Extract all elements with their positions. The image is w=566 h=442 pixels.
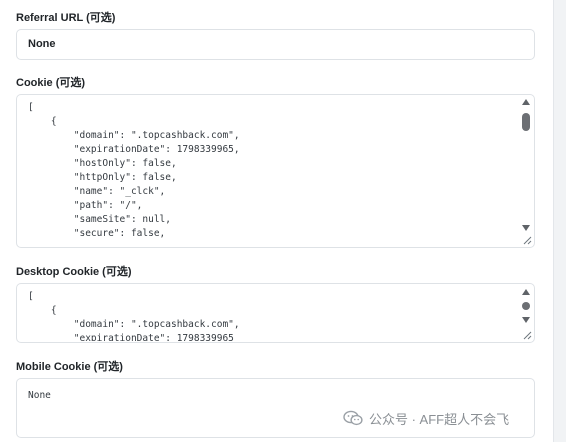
desktop-cookie-textarea-content: [ { "domain": ".topcashback.com", "expir… <box>28 291 240 341</box>
cookie-label: Cookie (可选) <box>16 77 86 89</box>
scrollbar-thumb[interactable] <box>522 302 530 310</box>
scroll-up-arrow-icon[interactable] <box>522 289 530 295</box>
cookie-textarea[interactable]: [ { "domain": ".topcashback.com", "expir… <box>16 94 535 248</box>
scroll-up-arrow-icon[interactable] <box>522 99 530 105</box>
referral-url-input[interactable]: None <box>16 29 535 60</box>
scroll-down-arrow-icon[interactable] <box>522 225 530 231</box>
desktop-cookie-textarea[interactable]: [ { "domain": ".topcashback.com", "expir… <box>16 283 535 343</box>
desktop-cookie-label: Desktop Cookie (可选) <box>16 266 132 278</box>
scroll-down-arrow-icon[interactable] <box>522 317 530 323</box>
resize-grip-icon[interactable] <box>522 330 532 340</box>
watermark-text: 公众号 · AFF超人不会飞 <box>369 411 510 427</box>
resize-grip-icon[interactable] <box>522 235 532 245</box>
referral-url-label: Referral URL (可选) <box>16 12 116 24</box>
mobile-cookie-label: Mobile Cookie (可选) <box>16 361 123 373</box>
scrollbar-thumb[interactable] <box>522 113 530 131</box>
referral-url-value: None <box>28 38 56 50</box>
cookie-scrollbar[interactable] <box>520 99 532 231</box>
watermark: 公众号 · AFF超人不会飞 <box>343 409 509 427</box>
wechat-icon <box>343 410 363 426</box>
desktop-cookie-scrollbar[interactable] <box>520 289 532 323</box>
cookie-textarea-content: [ { "domain": ".topcashback.com", "expir… <box>28 102 240 239</box>
page-scroll-track[interactable] <box>553 0 566 442</box>
